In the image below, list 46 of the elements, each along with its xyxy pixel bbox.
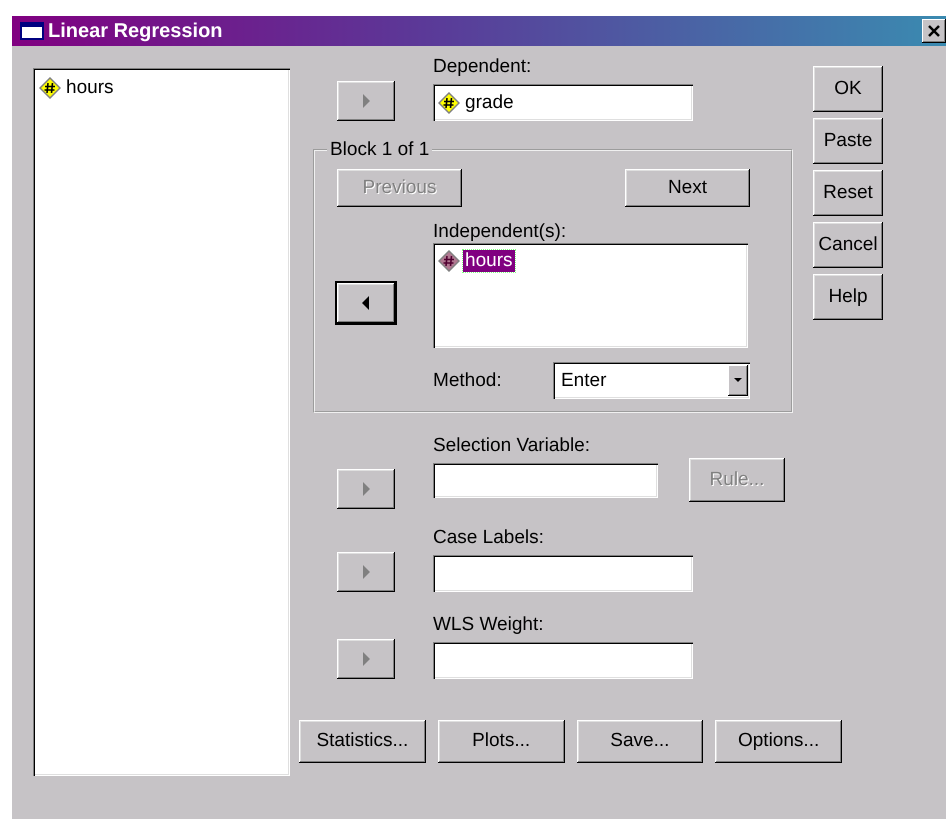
right-triangle-icon xyxy=(361,564,371,580)
dropdown-button[interactable] xyxy=(728,365,748,396)
right-triangle-icon xyxy=(361,93,371,109)
push-button[interactable]: OK xyxy=(813,66,883,112)
push-button[interactable]: Next xyxy=(625,169,750,207)
window-icon xyxy=(20,22,44,40)
input-field[interactable] xyxy=(433,642,693,679)
move-button[interactable] xyxy=(337,469,395,509)
group-title: Block 1 of 1 xyxy=(329,139,430,161)
right-triangle-icon xyxy=(361,651,371,667)
field-label: WLS Weight: xyxy=(433,614,544,636)
push-button[interactable]: Statistics... xyxy=(299,720,426,762)
move-button[interactable] xyxy=(337,639,395,679)
move-button[interactable] xyxy=(337,81,395,121)
variable-item[interactable]: hours xyxy=(463,250,515,272)
push-button[interactable]: Reset xyxy=(813,170,883,216)
window-title: Linear Regression xyxy=(48,20,224,42)
input-field[interactable]: grade xyxy=(433,84,693,121)
left-triangle-icon xyxy=(361,295,371,311)
variable-list[interactable]: hours xyxy=(433,243,748,348)
caret-icon xyxy=(734,378,742,383)
input-field[interactable] xyxy=(433,463,658,498)
variable-item[interactable]: hours xyxy=(64,77,116,99)
input-field[interactable] xyxy=(433,555,693,592)
field-label: Case Labels: xyxy=(433,527,544,549)
variable-item[interactable]: grade xyxy=(463,92,516,114)
numeric-variable-icon xyxy=(438,92,460,114)
field-label: Independent(s): xyxy=(433,221,566,243)
move-button[interactable] xyxy=(337,552,395,592)
right-triangle-icon xyxy=(361,481,371,497)
field-label: Selection Variable: xyxy=(433,435,590,457)
push-button[interactable]: Help xyxy=(813,274,883,320)
variable-list[interactable]: hours xyxy=(33,68,290,776)
field-label: Method: xyxy=(433,370,503,392)
push-button[interactable]: Plots... xyxy=(438,720,564,762)
move-button[interactable] xyxy=(337,283,395,323)
push-button[interactable]: Save... xyxy=(576,720,704,762)
push-button[interactable]: Paste xyxy=(813,118,883,164)
push-button[interactable]: Options... xyxy=(715,720,842,762)
push-button[interactable]: Cancel xyxy=(813,222,883,268)
field-label: Dependent: xyxy=(433,56,532,78)
numeric-variable-icon xyxy=(438,250,460,272)
numeric-variable-icon xyxy=(39,77,61,99)
close-button[interactable] xyxy=(922,19,946,43)
method-dropdown[interactable]: Enter xyxy=(553,362,750,399)
close-icon xyxy=(927,24,941,38)
